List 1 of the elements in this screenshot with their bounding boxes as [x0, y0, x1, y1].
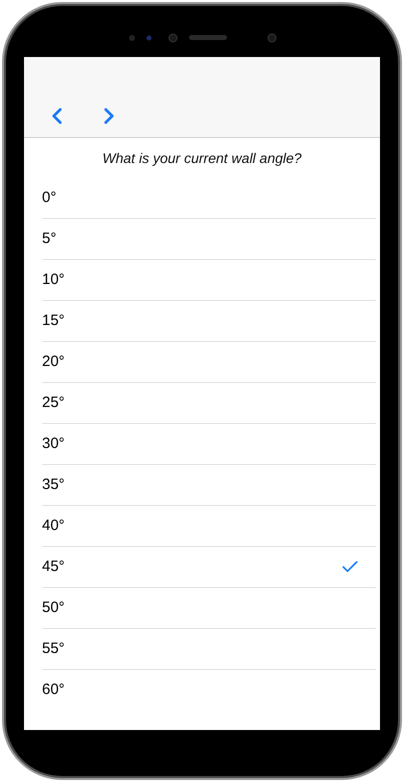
question-text: What is your current wall angle? — [102, 148, 302, 168]
